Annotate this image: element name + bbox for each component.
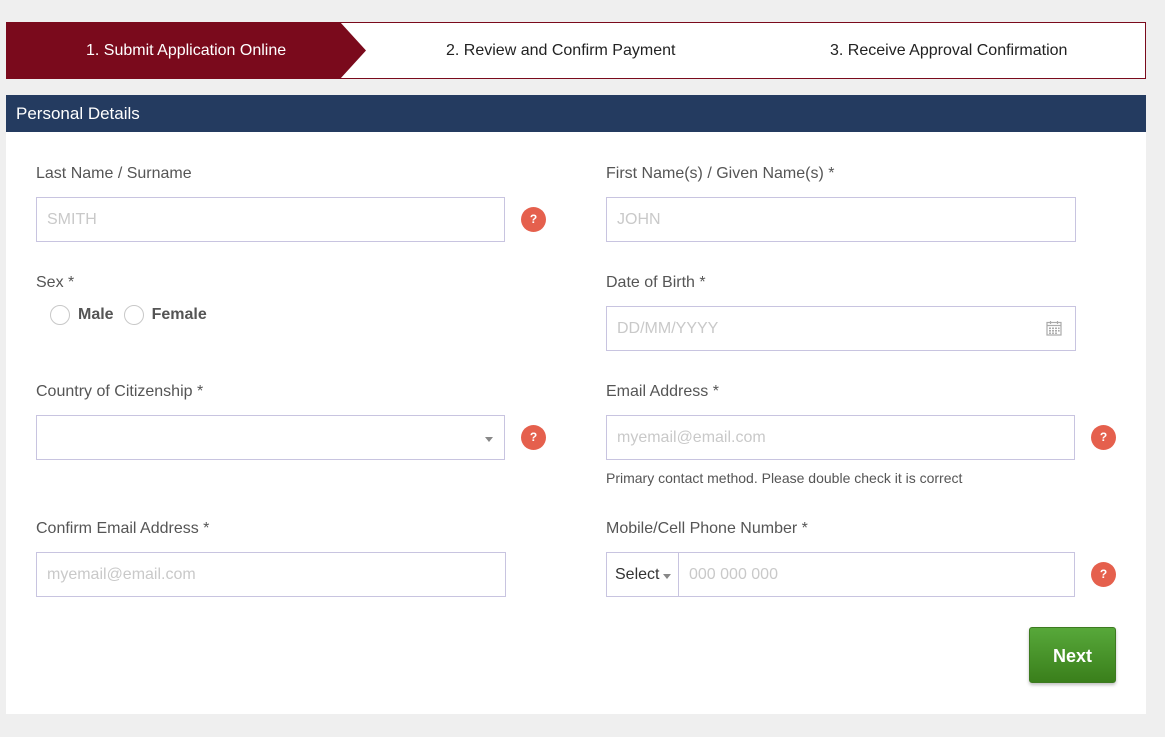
email-label: Email Address * bbox=[606, 383, 719, 400]
last-name-input[interactable] bbox=[36, 197, 505, 242]
phone-input[interactable] bbox=[678, 552, 1075, 597]
male-radio-label[interactable]: Male bbox=[78, 306, 114, 324]
last-name-label: Last Name / Surname bbox=[36, 165, 192, 182]
phone-code-select-label: Select bbox=[615, 566, 660, 583]
male-radio[interactable] bbox=[50, 305, 70, 325]
email-help-icon[interactable]: ? bbox=[1091, 425, 1116, 450]
calendar-icon[interactable] bbox=[1046, 320, 1062, 336]
section-title: Personal Details bbox=[6, 95, 1146, 132]
dob-label: Date of Birth * bbox=[606, 274, 706, 291]
citizenship-chevron-down-icon[interactable] bbox=[485, 437, 493, 442]
sex-radio-group: Male Female bbox=[50, 305, 217, 325]
citizenship-label: Country of Citizenship * bbox=[36, 383, 204, 400]
sex-label: Sex * bbox=[36, 274, 75, 291]
confirm-email-label: Confirm Email Address * bbox=[36, 520, 210, 537]
first-name-label: First Name(s) / Given Name(s) * bbox=[606, 165, 835, 182]
next-button[interactable]: Next bbox=[1029, 627, 1116, 683]
female-radio[interactable] bbox=[123, 305, 144, 325]
step-1-label: 1. Submit Application Online bbox=[86, 42, 287, 59]
citizenship-select[interactable] bbox=[36, 415, 505, 460]
confirm-email-input[interactable] bbox=[36, 552, 506, 597]
email-hint: Primary contact method. Please double ch… bbox=[606, 470, 963, 486]
progress-steps: 1. Submit Application Online 2. Review a… bbox=[6, 22, 1146, 79]
step-3-label: 3. Receive Approval Confirmation bbox=[830, 42, 1068, 59]
female-radio-label[interactable]: Female bbox=[152, 306, 207, 324]
citizenship-help-icon[interactable]: ? bbox=[521, 425, 546, 450]
phone-label: Mobile/Cell Phone Number * bbox=[606, 520, 808, 537]
personal-details-card: Personal Details Last Name / Surname ? F… bbox=[6, 95, 1146, 714]
phone-help-icon[interactable]: ? bbox=[1091, 562, 1116, 587]
step-2-label: 2. Review and Confirm Payment bbox=[446, 42, 676, 59]
dob-input[interactable] bbox=[606, 306, 1076, 351]
phone-code-chevron-down-icon[interactable] bbox=[663, 574, 671, 579]
first-name-input[interactable] bbox=[606, 197, 1076, 242]
email-input[interactable] bbox=[606, 415, 1075, 460]
last-name-help-icon[interactable]: ? bbox=[521, 207, 546, 232]
